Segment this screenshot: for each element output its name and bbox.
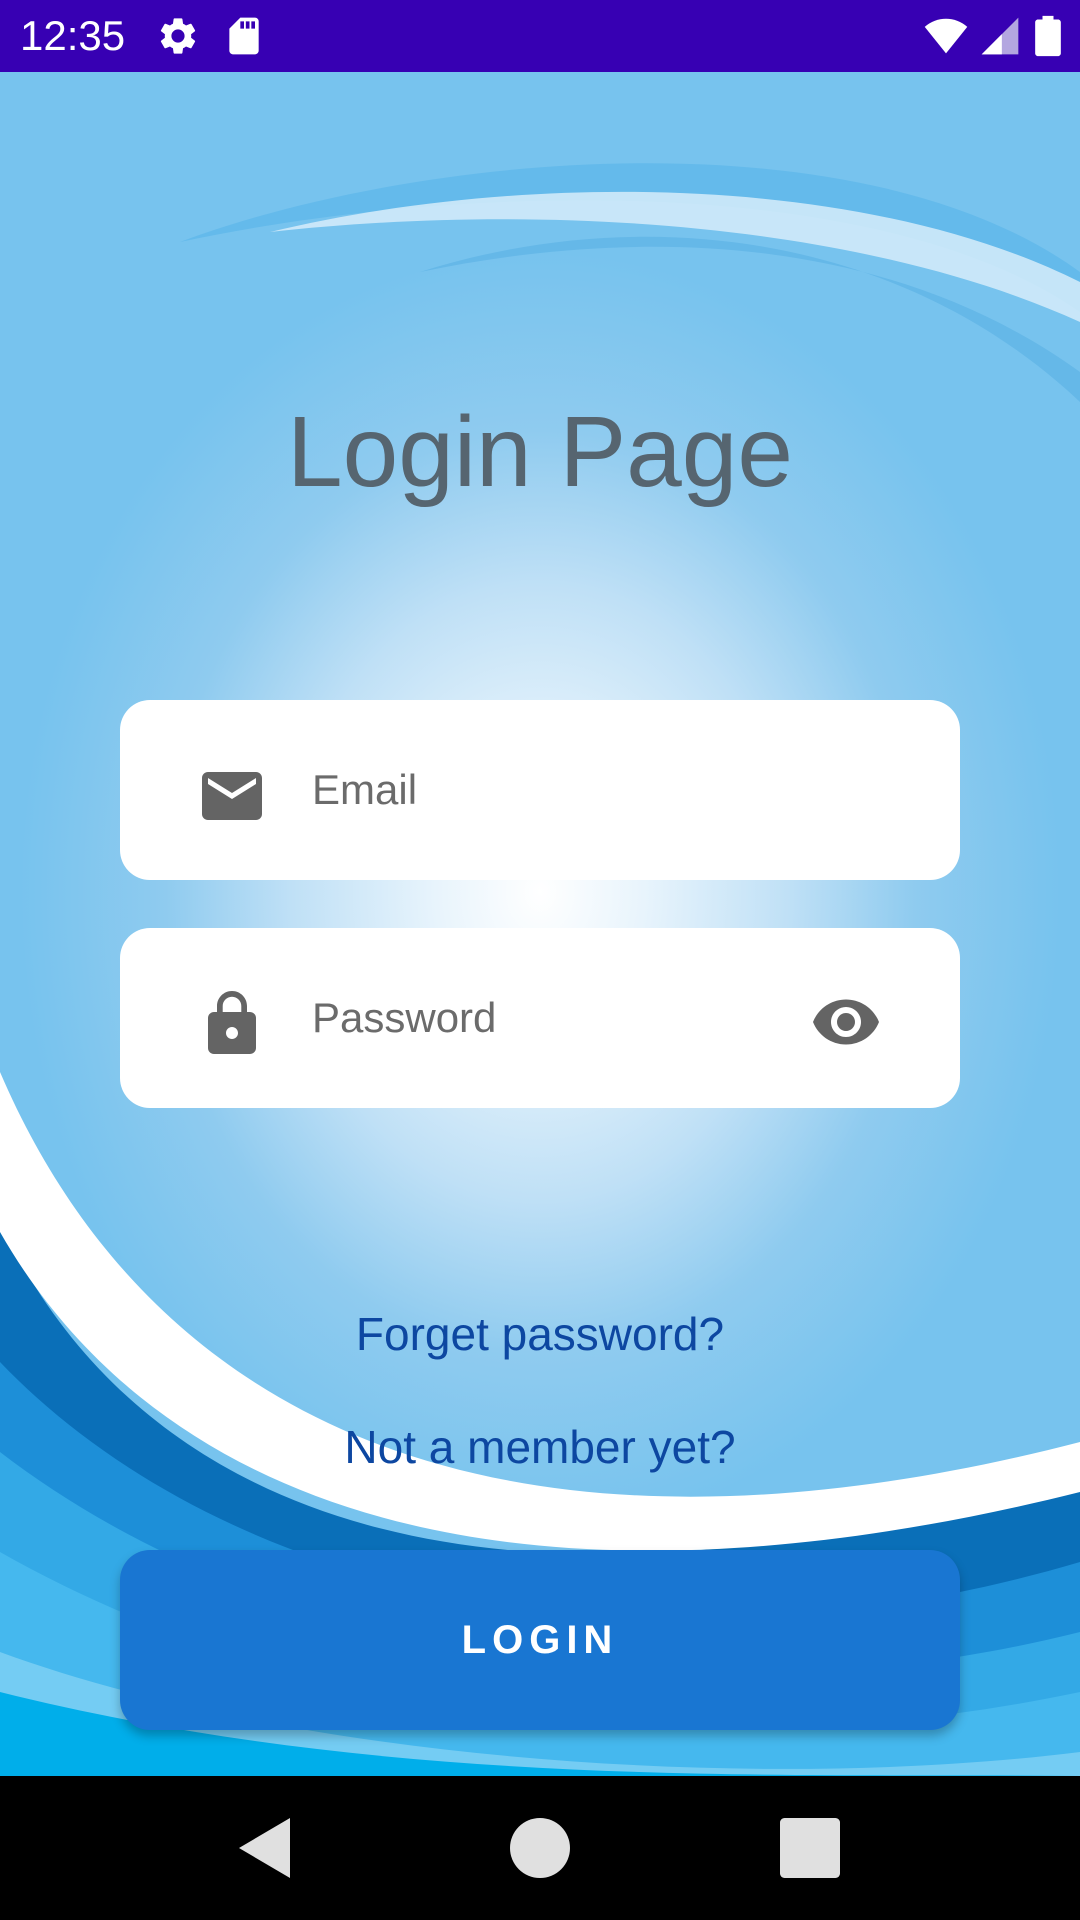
- envelope-icon: [202, 772, 262, 820]
- email-field[interactable]: [312, 750, 812, 830]
- login-button[interactable]: LOGIN: [120, 1550, 960, 1730]
- sd-card-icon: [229, 17, 259, 55]
- battery-icon: [1035, 15, 1061, 57]
- eye-icon[interactable]: [810, 986, 882, 1058]
- navigation-bar: [0, 1776, 1080, 1920]
- status-bar: 12:35: [0, 0, 1080, 72]
- password-field[interactable]: [312, 978, 812, 1058]
- signup-link[interactable]: Not a member yet?: [0, 1417, 1080, 1477]
- gear-icon: [160, 18, 196, 54]
- page-title: Login Page: [286, 396, 793, 508]
- email-field-container[interactable]: [120, 700, 960, 880]
- forget-password-link[interactable]: Forget password?: [0, 1304, 1080, 1364]
- wifi-icon: [924, 18, 968, 54]
- cellular-signal-icon: [981, 17, 1019, 55]
- password-field-container[interactable]: [120, 928, 960, 1108]
- home-icon[interactable]: [504, 1812, 576, 1884]
- recents-icon[interactable]: [774, 1812, 846, 1884]
- login-screen: Login Page Forget password? Not a member…: [0, 72, 1080, 1776]
- phone-screen: 12:35 Login Page Email Forget password? …: [0, 0, 1080, 1920]
- status-time: 12:35: [20, 12, 126, 59]
- lock-icon: [208, 991, 256, 1054]
- background-waves: [0, 163, 1080, 1776]
- back-icon[interactable]: [230, 1812, 302, 1884]
